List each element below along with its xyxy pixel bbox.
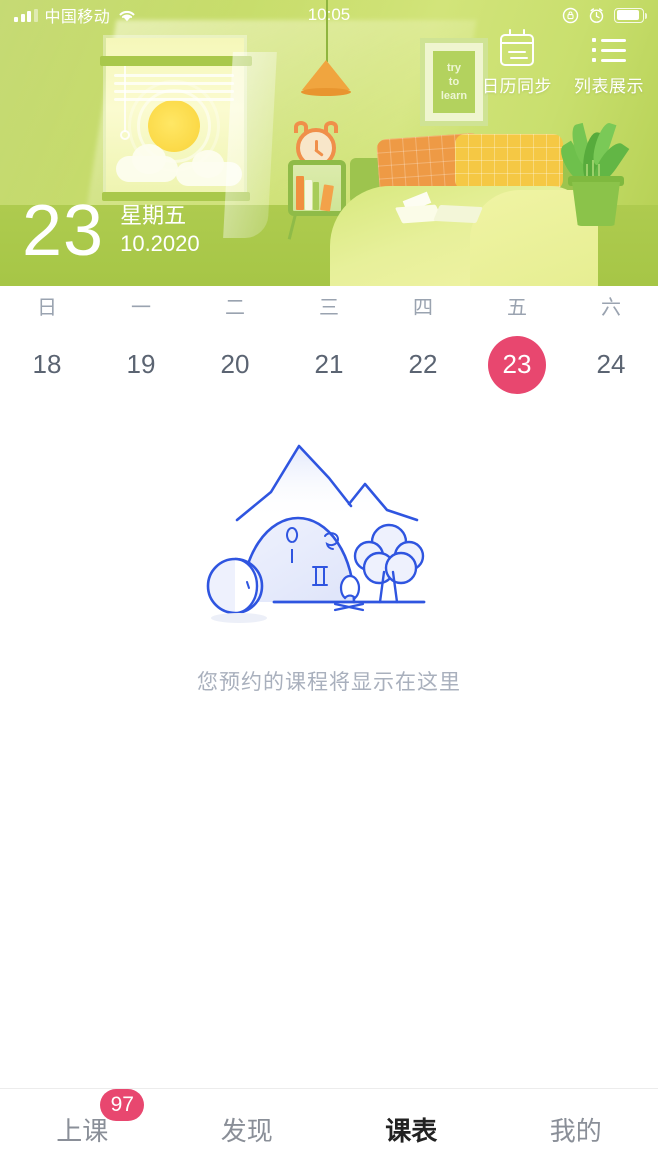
battery-icon	[614, 7, 648, 23]
book	[305, 180, 312, 210]
day-number-circle-selected: 23	[488, 335, 546, 394]
empty-state: 您预约的课程将显示在这里	[0, 420, 658, 696]
status-bar-time: 10:05	[307, 5, 351, 24]
tab-schedule-label: 课表	[379, 1111, 444, 1152]
cloud	[116, 156, 178, 182]
day-number-circle: 19	[112, 336, 170, 394]
blind-slat	[114, 90, 234, 93]
day-number-circle: 21	[300, 336, 358, 394]
day-of-week-label: 五	[507, 296, 527, 319]
day-number-label: 21	[314, 349, 344, 379]
list-view-icon	[592, 34, 626, 66]
camping-tent-mountain-illustration	[206, 444, 426, 623]
tab-class-label: 上课	[56, 1116, 109, 1146]
window-frame-top	[100, 56, 252, 66]
plant-pot	[572, 182, 620, 226]
day-number: 23	[22, 191, 105, 271]
blind-slat	[114, 74, 234, 77]
current-date-block: 23 星期五 10.2020	[22, 191, 200, 271]
pillow-yellow	[455, 134, 563, 190]
book	[313, 182, 319, 210]
empty-state-message: 您预约的课程将显示在这里	[197, 671, 461, 694]
week-day-0[interactable]: 日 18	[0, 291, 94, 394]
status-bar: 中国移动 10:05	[0, 0, 658, 30]
app-root: try to learn 23 星期五 10.2020 日历同步 列表展示 中国…	[0, 0, 658, 1170]
blind-knob	[120, 130, 130, 140]
pendant-lamp-icon	[302, 60, 350, 90]
day-number-label: 19	[126, 349, 156, 379]
blind-slat	[114, 82, 234, 85]
list-view-label: 列表展示	[574, 77, 644, 96]
tab-mine[interactable]: 我的	[494, 1111, 658, 1148]
week-day-strip: 日 18 一 19 二 20 三 21 四 22 五 23 六 24	[0, 286, 658, 398]
tab-class-badge: 97	[100, 1089, 145, 1121]
day-number-label: 23	[502, 349, 532, 379]
day-of-week-label: 日	[37, 296, 57, 319]
picture-text-line-3: learn	[440, 90, 468, 102]
month-year-label: 10.2020	[120, 231, 200, 256]
blind-cord	[124, 66, 126, 132]
list-view-button[interactable]: 列表展示	[574, 34, 644, 97]
alarm-icon	[589, 7, 604, 23]
window-illustration	[100, 30, 277, 238]
bottom-tab-bar: 上课 97 发现 课表 我的	[0, 1088, 658, 1170]
open-book-right	[433, 204, 483, 224]
wall-picture-inner: try to learn	[433, 51, 475, 113]
day-of-week-label: 一	[131, 296, 151, 319]
day-number-label: 22	[408, 349, 438, 379]
day-number-label: 24	[596, 349, 626, 379]
picture-text-line-2: to	[448, 76, 460, 88]
tab-discover[interactable]: 发现	[165, 1111, 330, 1148]
week-day-2[interactable]: 二 20	[188, 291, 282, 394]
day-number-label: 18	[32, 349, 62, 379]
tab-mine-label: 我的	[549, 1116, 602, 1146]
week-day-4[interactable]: 四 22	[376, 291, 470, 394]
blind-slat	[114, 98, 234, 101]
tab-discover-label: 发现	[220, 1116, 273, 1146]
picture-text-line-1: try	[446, 62, 462, 74]
day-number-label: 20	[220, 349, 250, 379]
sun-icon	[148, 100, 200, 152]
day-number-circle: 22	[394, 336, 452, 394]
day-of-week-label: 三	[319, 296, 339, 319]
day-of-week-label: 六	[601, 296, 621, 319]
status-bar-right	[562, 7, 648, 24]
header-illustration-banner: try to learn 23 星期五 10.2020 日历同步 列表展示	[0, 0, 658, 286]
week-day-3[interactable]: 三 21	[282, 291, 376, 394]
week-day-1[interactable]: 一 19	[94, 291, 188, 394]
day-number-circle: 24	[582, 336, 640, 394]
date-meta: 星期五 10.2020	[120, 202, 200, 264]
week-day-5-selected[interactable]: 五 23	[470, 291, 564, 394]
tab-class[interactable]: 上课 97	[0, 1089, 165, 1148]
day-of-week-label: 二	[225, 296, 245, 319]
day-number-circle: 18	[18, 336, 76, 394]
calendar-sync-label: 日历同步	[482, 77, 552, 96]
calendar-sync-button[interactable]: 日历同步	[482, 29, 552, 97]
rotation-lock-icon	[562, 7, 579, 23]
tab-schedule[interactable]: 课表	[329, 1111, 494, 1152]
header-actions: 日历同步 列表展示	[482, 29, 644, 97]
day-number-circle: 20	[206, 336, 264, 394]
weekday-label: 星期五	[120, 203, 187, 228]
calendar-sync-icon	[499, 29, 535, 66]
day-of-week-label: 四	[413, 296, 433, 319]
lamp-lip	[301, 88, 351, 96]
week-day-6[interactable]: 六 24	[564, 291, 658, 394]
wall-picture-frame: try to learn	[420, 38, 488, 126]
book	[296, 176, 304, 210]
